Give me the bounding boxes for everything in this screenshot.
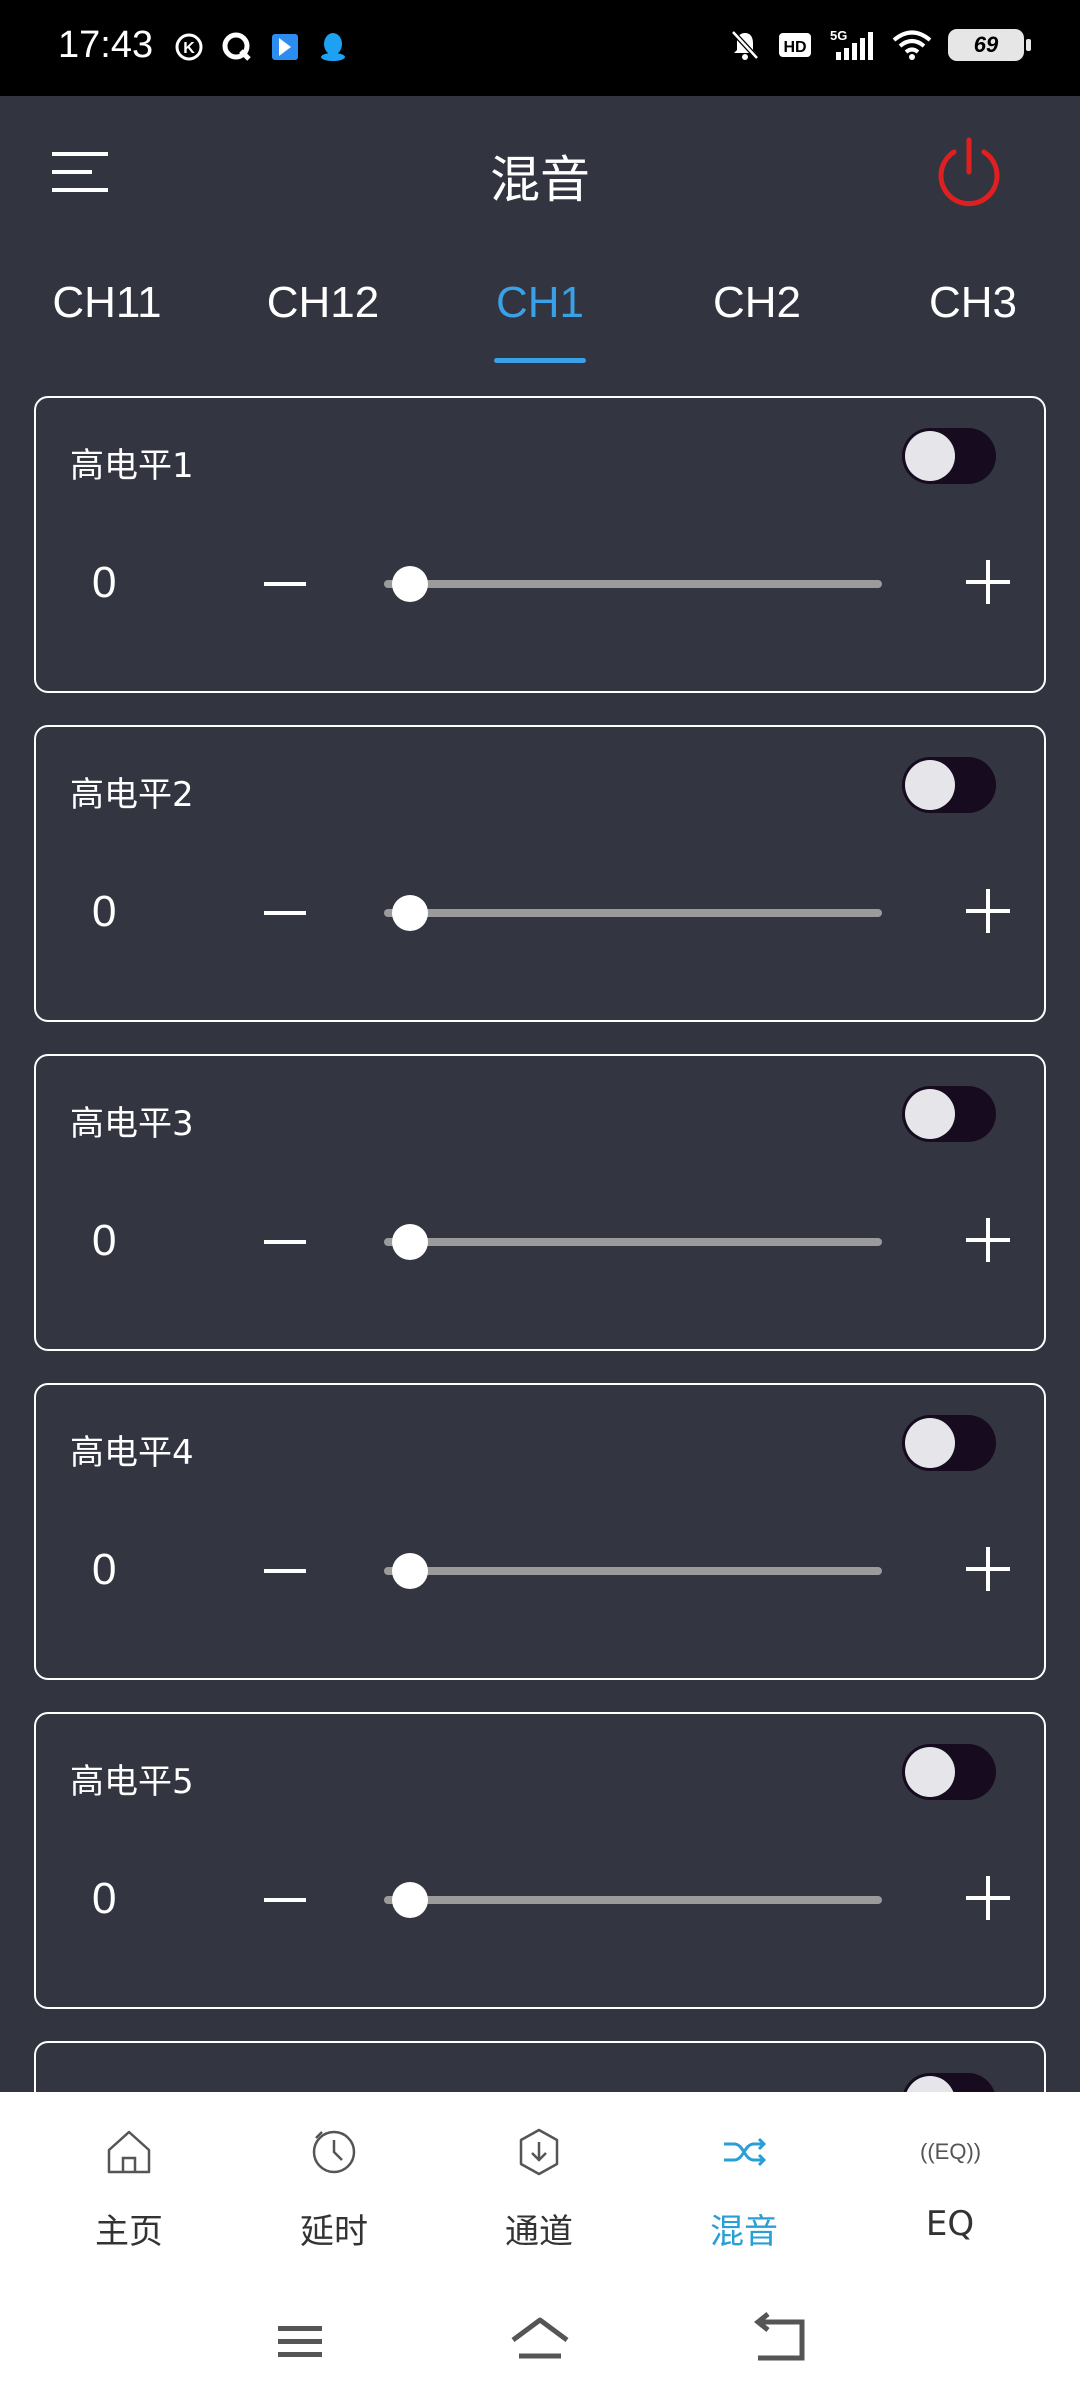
mix-card-title: 高电平3 (70, 1104, 194, 1144)
mix-card: 高电平5 0 (34, 1712, 1046, 2009)
plus-button[interactable] (958, 552, 1018, 612)
mix-value: 0 (92, 887, 117, 936)
mix-toggle[interactable] (902, 1415, 996, 1471)
toggle-knob (905, 431, 955, 481)
active-tab-indicator (494, 358, 586, 363)
plus-button[interactable] (958, 1868, 1018, 1928)
battery-indicator: 69 (948, 29, 1031, 61)
svg-text:HD: HD (783, 39, 806, 56)
tab-ch11[interactable]: CH11 (52, 278, 161, 328)
app-flag-icon (268, 30, 302, 64)
mix-slider-thumb[interactable] (392, 895, 428, 931)
mix-value: 0 (92, 1545, 117, 1594)
recent-apps-icon[interactable] (266, 2310, 336, 2370)
tab-ch1[interactable]: CH1 (496, 278, 584, 328)
system-nav-bar (0, 2200, 1080, 2404)
mix-toggle[interactable] (902, 757, 996, 813)
back-icon[interactable] (744, 2310, 814, 2370)
minus-button[interactable] (254, 883, 314, 943)
plus-button[interactable] (958, 1539, 1018, 1599)
home-gesture-icon[interactable] (505, 2310, 575, 2370)
mix-slider-track[interactable] (384, 1896, 882, 1904)
mix-card: 高电平3 0 (34, 1054, 1046, 1351)
status-icons-right: HD 5G 69 (728, 28, 1031, 62)
mix-slider-thumb[interactable] (392, 566, 428, 602)
minus-button[interactable] (254, 1212, 314, 1272)
minus-button[interactable] (254, 1870, 314, 1930)
k-circle-icon: K (172, 30, 206, 64)
toggle-knob (905, 1418, 955, 1468)
eq-icon: ((EQ)) (920, 2139, 982, 2164)
plus-button[interactable] (958, 881, 1018, 941)
toggle-knob (905, 1089, 955, 1139)
qq-icon (316, 30, 350, 64)
status-time: 17:43 (58, 24, 154, 66)
mix-slider-track[interactable] (384, 909, 882, 917)
tab-ch3[interactable]: CH3 (929, 278, 1017, 328)
minus-button[interactable] (254, 1541, 314, 1601)
mix-card-title: 高电平4 (70, 1433, 194, 1473)
home-icon (107, 2130, 151, 2174)
mix-slider-thumb[interactable] (392, 1224, 428, 1260)
mix-slider-thumb[interactable] (392, 1553, 428, 1589)
svg-text:5G: 5G (830, 28, 847, 43)
status-icons-left: K (172, 30, 350, 64)
page-title: 混音 (490, 151, 590, 209)
5g-signal-icon: 5G (828, 28, 876, 62)
channel-icon (519, 2128, 559, 2176)
shuffle-icon (724, 2137, 767, 2167)
tab-ch12[interactable]: CH12 (267, 278, 380, 328)
browser-icon (220, 30, 254, 64)
mix-card: 高电平1 0 (34, 396, 1046, 693)
mix-card: 高电平4 0 (34, 1383, 1046, 1680)
status-bar: 17:43 K HD 5G 69 (0, 0, 1080, 96)
toggle-knob (905, 1747, 955, 1797)
clock-icon (312, 2130, 356, 2174)
mix-value: 0 (92, 1216, 117, 1265)
svg-text:K: K (183, 40, 195, 57)
mix-slider-track[interactable] (384, 1567, 882, 1575)
plus-button[interactable] (958, 1210, 1018, 1270)
toggle-knob (905, 760, 955, 810)
mix-value: 0 (92, 1874, 117, 1923)
channel-tabs: CH11 CH12 CH1 CH2 CH3 (0, 270, 1080, 366)
mix-toggle[interactable] (902, 428, 996, 484)
mix-value: 0 (92, 558, 117, 607)
mix-card-title: 高电平2 (70, 775, 194, 815)
minus-button[interactable] (254, 554, 314, 614)
hd-icon: HD (778, 28, 812, 62)
mute-bell-icon (728, 28, 762, 62)
mix-slider-track[interactable] (384, 1238, 882, 1246)
power-icon[interactable] (934, 136, 1004, 208)
tab-ch2[interactable]: CH2 (713, 278, 801, 328)
mix-slider-thumb[interactable] (392, 1882, 428, 1918)
wifi-icon (892, 28, 932, 62)
app-header: 混音 (0, 96, 1080, 252)
mix-card: 高电平2 0 (34, 725, 1046, 1022)
mix-card-title: 高电平1 (70, 446, 194, 486)
mix-toggle[interactable] (902, 1744, 996, 1800)
mix-toggle[interactable] (902, 1086, 996, 1142)
mix-slider-track[interactable] (384, 580, 882, 588)
mix-card-title: 高电平5 (70, 1762, 194, 1802)
